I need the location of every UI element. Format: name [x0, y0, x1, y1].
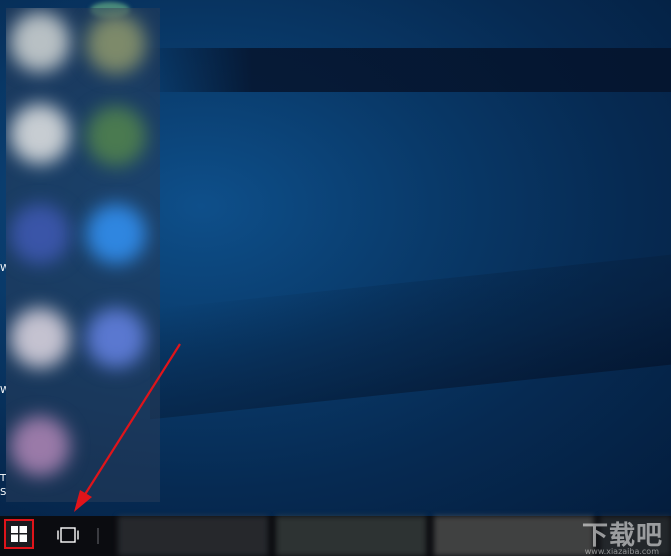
- wallpaper-light-beam: [140, 48, 671, 92]
- start-menu-tile[interactable]: [10, 12, 70, 72]
- taskbar: 下载吧 www.xiazaiba.com: [0, 516, 671, 556]
- start-menu-tile[interactable]: [10, 416, 70, 476]
- start-menu-panel: [6, 8, 160, 502]
- taskbar-app-button[interactable]: [434, 516, 594, 556]
- taskbar-divider: [97, 528, 99, 544]
- wallpaper-light-beam-lower: [150, 250, 671, 420]
- start-button[interactable]: [4, 519, 34, 549]
- start-menu-tile[interactable]: [10, 104, 70, 164]
- taskbar-app-button[interactable]: [118, 516, 268, 556]
- windows-logo-icon: [11, 526, 27, 542]
- start-menu-tile[interactable]: [86, 204, 146, 264]
- start-menu-tile[interactable]: [86, 106, 146, 166]
- task-view-icon: [57, 527, 79, 543]
- watermark-url: www.xiazaiba.com: [584, 547, 659, 556]
- start-menu-tile[interactable]: [86, 308, 146, 368]
- task-view-button[interactable]: [52, 520, 84, 550]
- taskbar-app-button[interactable]: [276, 516, 426, 556]
- desktop-background: W W T S: [0, 0, 671, 516]
- start-menu-tile[interactable]: [10, 308, 70, 368]
- start-menu-tile[interactable]: [10, 204, 70, 264]
- start-menu-tile[interactable]: [86, 14, 146, 74]
